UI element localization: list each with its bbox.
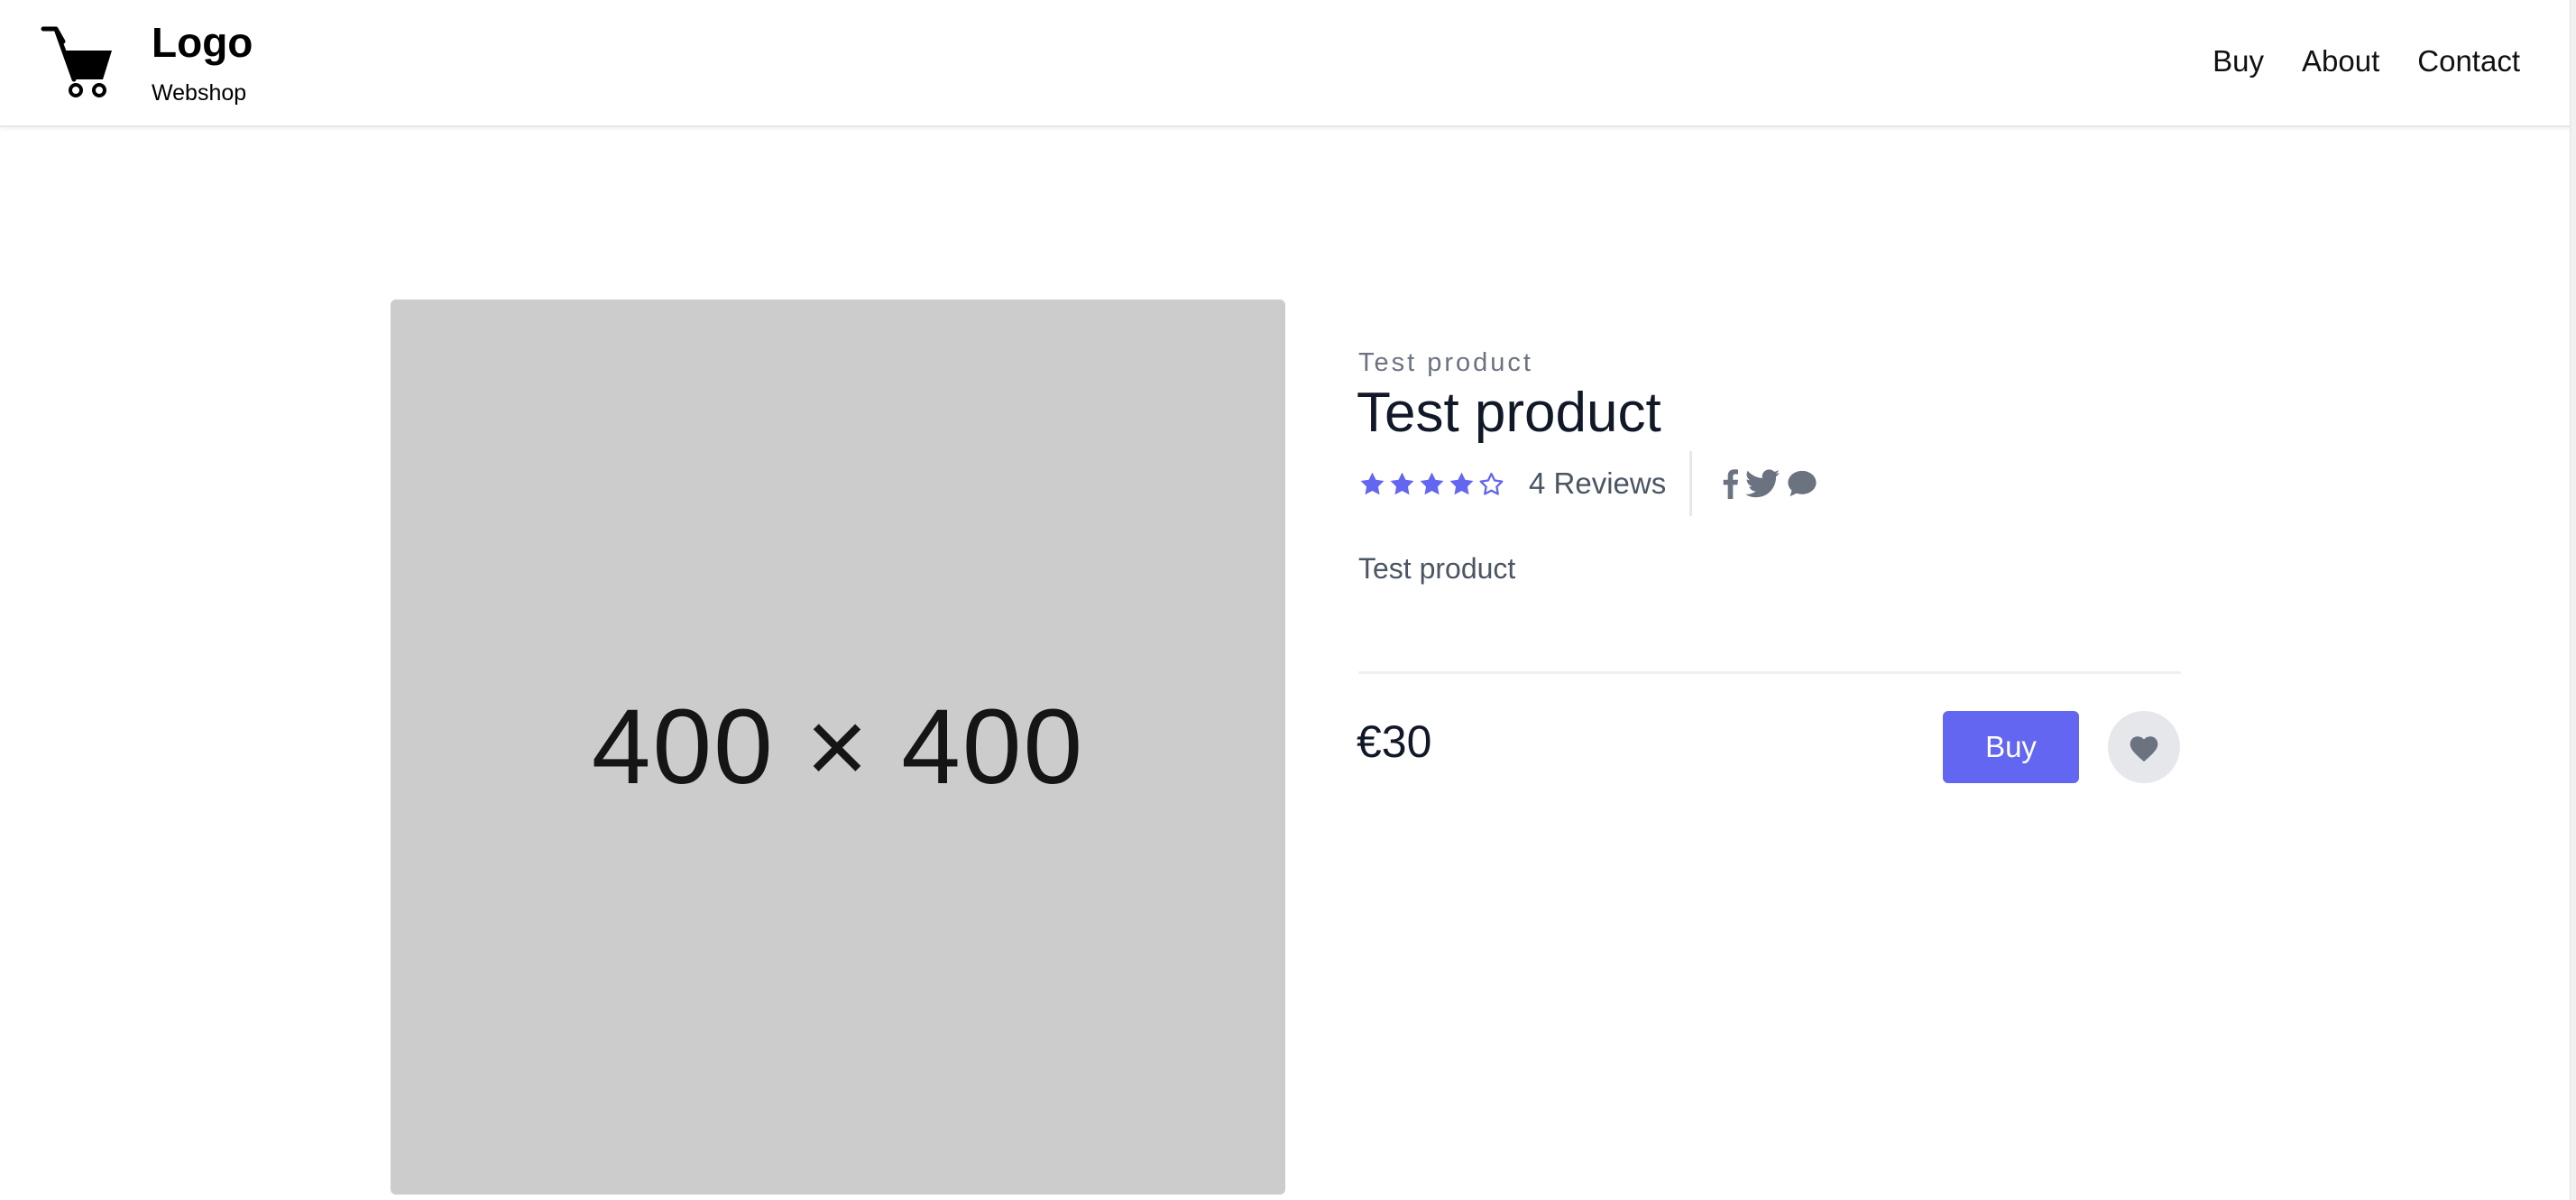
section-divider bbox=[1358, 671, 2181, 674]
star-filled-icon bbox=[1449, 472, 1474, 494]
logo-subtitle: Webshop bbox=[152, 80, 247, 106]
facebook-icon[interactable] bbox=[1723, 468, 1739, 499]
chat-icon[interactable] bbox=[1787, 468, 1817, 499]
star-filled-icon bbox=[1420, 472, 1444, 494]
star-rating bbox=[1358, 470, 1505, 498]
vertical-divider bbox=[1689, 451, 1693, 516]
product-brand: Test product bbox=[1358, 348, 1533, 377]
site-header: Logo Webshop Buy About Contact bbox=[0, 0, 2571, 127]
star-filled-icon bbox=[1390, 472, 1414, 494]
product-image: 400 × 400 bbox=[391, 300, 1285, 1195]
product-price: €30 bbox=[1357, 716, 1432, 767]
product-title: Test product bbox=[1357, 382, 1661, 444]
product-description: Test product bbox=[1358, 552, 1516, 585]
social-links bbox=[1723, 468, 1817, 499]
rating-row: 4 Reviews bbox=[1358, 451, 1817, 516]
nav-link-buy[interactable]: Buy bbox=[2213, 43, 2264, 79]
star-filled-icon bbox=[1360, 472, 1385, 494]
twitter-icon[interactable] bbox=[1745, 468, 1780, 499]
heart-icon bbox=[2130, 735, 2158, 762]
page-scrollbar[interactable] bbox=[2570, 0, 2576, 1200]
nav-link-about[interactable]: About bbox=[2302, 43, 2379, 79]
nav-link-contact[interactable]: Contact bbox=[2417, 43, 2520, 79]
shopping-cart-icon[interactable] bbox=[40, 23, 117, 99]
image-placeholder-label: 400 × 400 bbox=[591, 688, 1085, 807]
reviews-count[interactable]: 4 Reviews bbox=[1529, 466, 1666, 501]
buy-button[interactable]: Buy bbox=[1943, 711, 2079, 783]
logo-title[interactable]: Logo bbox=[152, 18, 253, 67]
favorite-button[interactable] bbox=[2108, 711, 2180, 783]
star-empty-icon bbox=[1479, 472, 1504, 495]
main-nav: Buy About Contact bbox=[2213, 43, 2520, 79]
